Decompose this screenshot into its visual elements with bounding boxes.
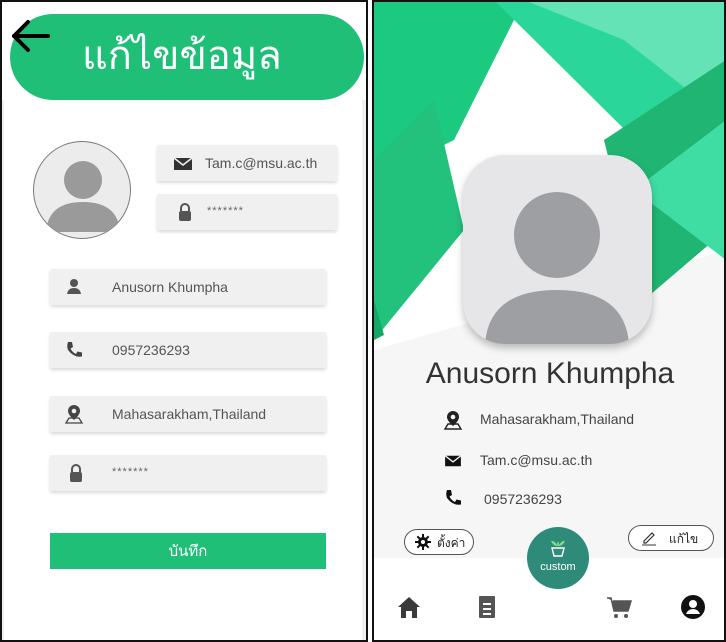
edit-button[interactable]: แก้ไข <box>628 525 714 551</box>
map-pin-icon <box>64 405 84 424</box>
save-button[interactable]: บันทึก <box>50 533 326 569</box>
back-arrow-icon[interactable] <box>8 16 52 56</box>
phone-field[interactable]: 0957236293 <box>50 332 326 368</box>
account-icon[interactable] <box>680 594 706 620</box>
name-value: Anusorn Khumpha <box>112 279 228 295</box>
profile-name: Anusorn Khumpha <box>425 357 675 390</box>
left-edge-strip <box>0 100 4 642</box>
phone-icon <box>67 342 82 357</box>
profile-photo[interactable] <box>463 155 652 344</box>
custom-label: custom <box>540 561 576 573</box>
map-pin-icon <box>443 411 463 430</box>
profile-screen: Anusorn Khumpha Mahasarakham,Thailand Ta… <box>374 0 726 642</box>
phone-icon <box>446 490 461 505</box>
email-field[interactable]: Tam.c@msu.ac.th <box>157 145 337 181</box>
password-mask: ******* <box>207 205 244 217</box>
cart-icon[interactable] <box>606 594 632 620</box>
phone-value: 0957236293 <box>112 342 190 358</box>
gear-icon <box>415 534 431 550</box>
address-value: Mahasarakham,Thailand <box>480 411 635 427</box>
padlock-icon <box>179 203 191 221</box>
edit-label: แก้ไข <box>669 532 699 546</box>
password-field-bottom[interactable]: ******* <box>50 455 326 491</box>
avatar[interactable] <box>33 141 131 239</box>
settings-button[interactable]: ตั้งค่า <box>404 529 474 555</box>
address-value: Mahasarakham,Thailand <box>112 406 267 422</box>
phone-value: 0957236293 <box>484 491 562 507</box>
envelope-icon <box>444 455 462 467</box>
email-value: Tam.c@msu.ac.th <box>480 452 593 468</box>
email-value: Tam.c@msu.ac.th <box>205 155 318 171</box>
user-silhouette-icon <box>46 161 120 232</box>
plant-pot-icon <box>551 540 565 557</box>
settings-label: ตั้งค่า <box>437 536 466 550</box>
address-field[interactable]: Mahasarakham,Thailand <box>50 396 326 432</box>
padlock-icon <box>70 464 82 482</box>
person-icon <box>67 279 81 294</box>
screenshot-root: แก้ไขข้อมูล Tam.c@msu.ac.th ******* Anus… <box>0 0 726 642</box>
custom-button[interactable]: custom <box>527 527 589 589</box>
panel-divider <box>366 0 374 642</box>
user-silhouette-icon <box>485 192 629 344</box>
envelope-icon <box>173 157 193 170</box>
password-field-top[interactable]: ******* <box>157 194 337 230</box>
pencil-icon <box>642 532 656 546</box>
name-field[interactable]: Anusorn Khumpha <box>50 269 326 305</box>
edit-profile-screen: แก้ไขข้อมูล Tam.c@msu.ac.th ******* Anus… <box>0 0 366 642</box>
page-title: แก้ไขข้อมูล <box>82 33 282 79</box>
password-mask: ******* <box>112 466 149 478</box>
document-icon[interactable] <box>474 594 500 620</box>
home-icon[interactable] <box>396 594 422 620</box>
